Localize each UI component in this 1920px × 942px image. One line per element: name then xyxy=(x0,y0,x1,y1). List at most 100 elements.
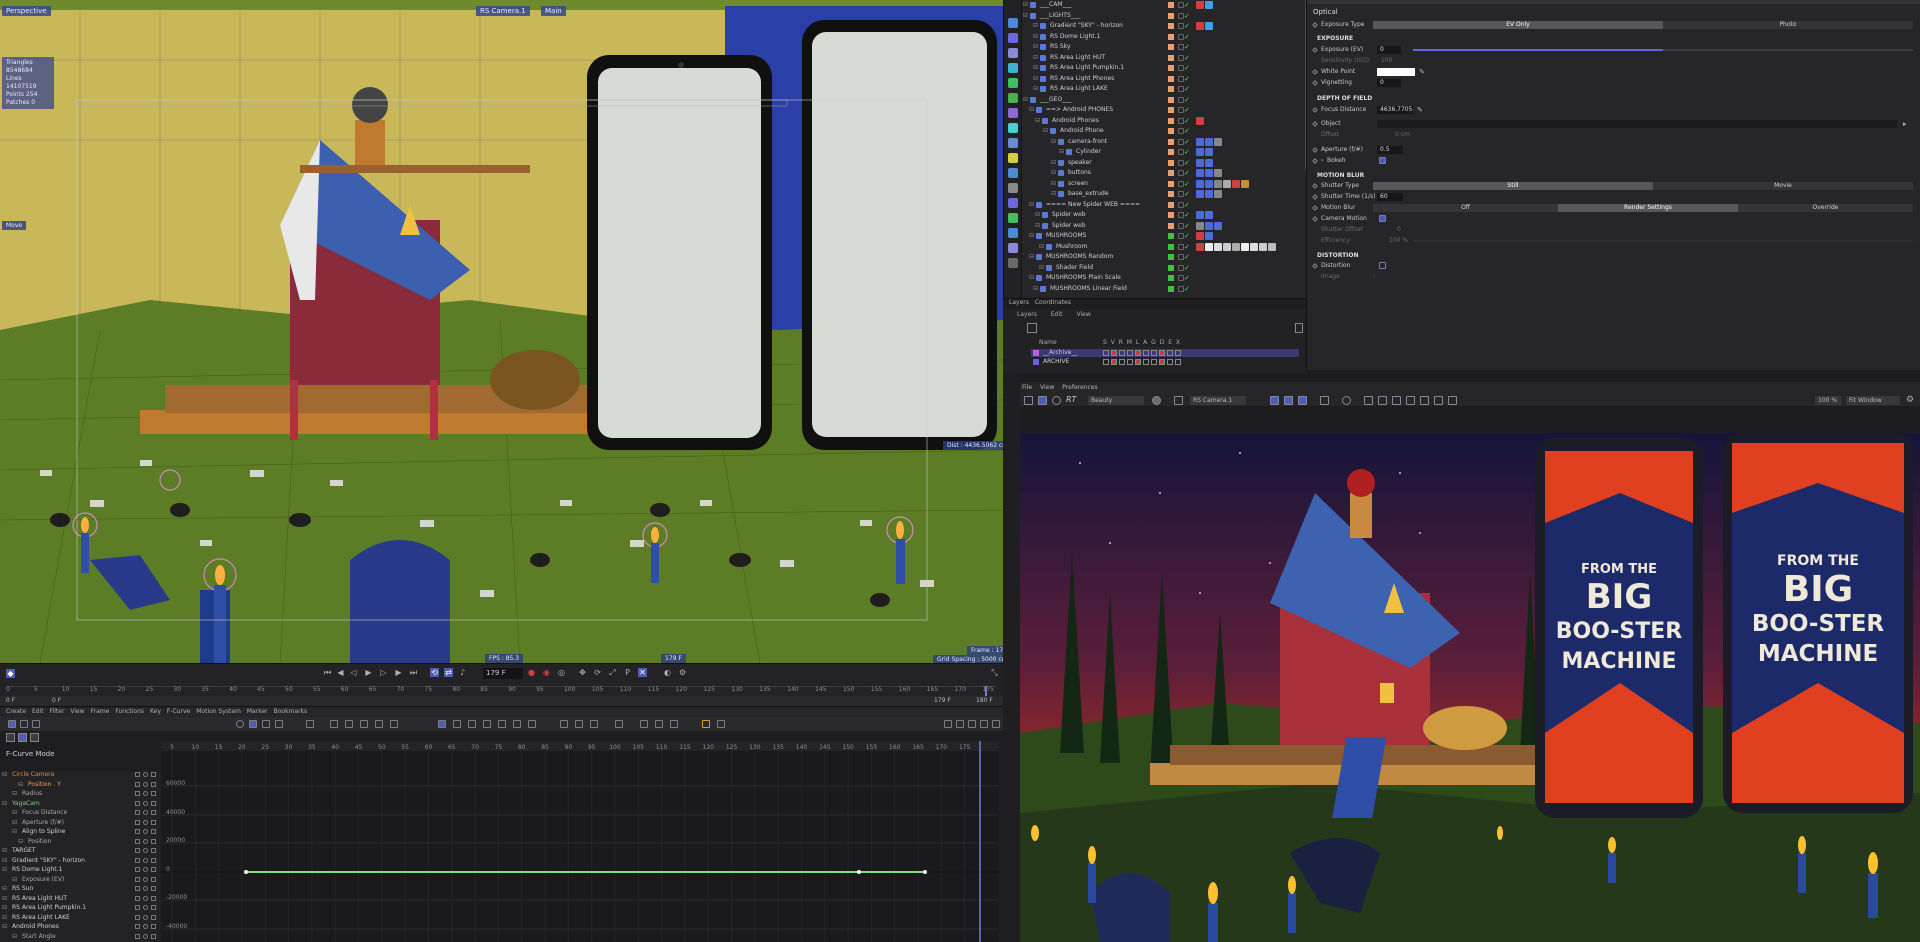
object-layer-color[interactable] xyxy=(1168,243,1174,250)
object-tag-icon[interactable] xyxy=(1223,179,1231,188)
fcurve-menu-item[interactable]: Bookmarks xyxy=(274,708,308,715)
fcurve-track-row[interactable]: ⊟ Circle Camera xyxy=(0,771,160,779)
circle-icon[interactable] xyxy=(1342,396,1351,405)
object-expand-icon[interactable]: ⊟ xyxy=(1051,189,1056,199)
track-visible-icon[interactable] xyxy=(143,772,148,777)
object-tag-icon[interactable] xyxy=(1196,22,1204,30)
object-key-icon[interactable] xyxy=(1312,121,1318,127)
crop-icon[interactable] xyxy=(1174,396,1183,405)
timeline-ruler[interactable]: 0 5 10 15 20 25 30 35 40 45 50 55 60 65 70 75 80 85 90 95 10… xyxy=(6,686,996,695)
object-tag-icon[interactable] xyxy=(1205,211,1213,219)
layer-flag-icon[interactable] xyxy=(1159,359,1165,365)
layer-row[interactable]: ARCHIVE xyxy=(1031,358,1299,366)
object-expand-icon[interactable]: ⊟ xyxy=(1051,168,1056,178)
bokeh-expand-icon[interactable]: › xyxy=(1321,156,1323,166)
key-select-icon[interactable] xyxy=(249,720,257,728)
track-lock-icon[interactable] xyxy=(135,905,140,910)
fcurve-track-row[interactable]: ⊟ Position xyxy=(0,838,160,846)
object-expand-icon[interactable]: ⊟ xyxy=(1029,105,1034,115)
track-expand-icon[interactable]: ⊟ xyxy=(12,876,17,884)
track-expand-icon[interactable]: ⊟ xyxy=(2,771,7,779)
region-icon[interactable] xyxy=(1364,396,1373,405)
object-row[interactable]: ⊟ Cylinder ✓ xyxy=(1022,147,1307,158)
fcurve-graph-svg[interactable]: 5 10 15 20 25 30 35 40 45 50 55 60 65 70 75 80 85 90 95 100… xyxy=(162,741,998,942)
tangent-flat-icon[interactable] xyxy=(640,720,648,728)
range-start-field[interactable]: 0 F xyxy=(6,697,15,704)
track-visible-icon[interactable] xyxy=(143,886,148,891)
track-solo-icon[interactable] xyxy=(151,867,156,872)
object-layer-color[interactable] xyxy=(1168,212,1174,218)
fcurve-track-row[interactable]: ⊟ YagaCam xyxy=(0,800,160,808)
layer-menu-item[interactable]: View xyxy=(1076,311,1090,318)
object-layer-color[interactable] xyxy=(1168,86,1174,92)
track-expand-icon[interactable]: ⊟ xyxy=(2,923,7,931)
light-tool-icon[interactable] xyxy=(1008,153,1018,163)
track-solo-icon[interactable] xyxy=(151,886,156,891)
object-tag-icon[interactable] xyxy=(1196,211,1204,219)
object-tag-icon[interactable] xyxy=(1223,242,1231,251)
track-expand-icon[interactable]: ⊟ xyxy=(2,866,7,874)
object-layer-color[interactable] xyxy=(1168,33,1174,40)
deformer-icon[interactable] xyxy=(1008,93,1018,103)
track-solo-icon[interactable] xyxy=(151,781,156,787)
environment-icon[interactable] xyxy=(1008,123,1018,133)
next-key-icon[interactable]: ▶ xyxy=(394,668,403,677)
break-tangent-icon[interactable] xyxy=(468,720,476,728)
camera-motion-key-icon[interactable] xyxy=(1312,216,1318,222)
color-picker-icon[interactable] xyxy=(1152,396,1161,405)
track-expand-icon[interactable]: ⊟ xyxy=(12,790,17,798)
layer-flag-icon[interactable] xyxy=(1143,350,1149,356)
object-tag-icon[interactable] xyxy=(1196,158,1204,167)
fc-move-icon[interactable] xyxy=(968,720,976,728)
prev-key-icon[interactable]: ◀ xyxy=(336,668,345,677)
exposure-ev-only-option[interactable]: EV Only xyxy=(1373,21,1663,29)
eyedropper-icon[interactable]: ✎ xyxy=(1419,67,1425,77)
playhead-marker[interactable] xyxy=(985,686,987,696)
interpolation-icon[interactable]: ◐ xyxy=(663,668,672,677)
object-expand-icon[interactable]: ⊟ xyxy=(1039,263,1044,273)
record-icon[interactable]: ● xyxy=(527,668,536,677)
fcurve-mode-icon[interactable] xyxy=(20,720,28,728)
track-solo-icon[interactable] xyxy=(151,848,156,853)
cube-icon[interactable] xyxy=(1008,48,1018,58)
object-row[interactable]: ⊟ RS Area Light HUT ✓ xyxy=(1022,53,1307,64)
filter-icon[interactable] xyxy=(717,720,725,728)
render-view-menu-item[interactable]: Preferences xyxy=(1062,384,1097,391)
object-enabled-icon[interactable]: ✓ xyxy=(1184,200,1190,210)
object-tag-icon[interactable] xyxy=(1196,242,1204,251)
track-visible-icon[interactable] xyxy=(143,791,148,796)
object-row[interactable]: ⊟ ___GEO___ ✓ xyxy=(1022,95,1307,106)
fcurve-track-row[interactable]: ⊟ RS Sun xyxy=(0,885,160,893)
object-tag-icon[interactable] xyxy=(1232,179,1240,188)
render-view-film-icon[interactable] xyxy=(1024,396,1033,405)
range-end2-field[interactable]: 180 F xyxy=(976,697,993,704)
fcurve-track-row[interactable]: ⊟ Exposure (EV) xyxy=(0,876,160,884)
object-layer-color[interactable] xyxy=(1168,222,1174,229)
object-row[interactable]: ⊟ buttons ✓ xyxy=(1022,168,1307,179)
object-row[interactable]: ⊟ MUSHROOMS Linear Field ✓ xyxy=(1022,284,1307,295)
layer-flag-icon[interactable] xyxy=(1119,350,1125,356)
object-link-arrow-icon[interactable]: ▸ xyxy=(1903,119,1907,129)
object-enabled-icon[interactable]: ✓ xyxy=(1184,273,1190,283)
object-tag-icon[interactable] xyxy=(1241,242,1249,251)
save-image-icon[interactable] xyxy=(1406,396,1415,405)
fcurve-track-row[interactable]: ⊟ RS Area Light HUT xyxy=(0,895,160,903)
object-layer-color[interactable] xyxy=(1168,191,1174,197)
fcurve-track-row[interactable]: ⊟ Radius xyxy=(0,790,160,798)
object-tag-icon[interactable] xyxy=(1205,1,1213,9)
layer-flag-icon[interactable] xyxy=(1175,359,1181,365)
step-icon[interactable] xyxy=(390,720,398,728)
object-tag-icon[interactable] xyxy=(1196,232,1204,240)
add-layer-icon[interactable] xyxy=(1027,323,1037,333)
object-tag-icon[interactable] xyxy=(1196,179,1204,188)
white-point-key-icon[interactable] xyxy=(1312,69,1318,75)
track-expand-icon[interactable]: ⊟ xyxy=(12,819,17,827)
go-end-icon[interactable]: ⏭ xyxy=(409,668,418,677)
object-expand-icon[interactable]: ⊟ xyxy=(1033,53,1038,63)
object-expand-icon[interactable]: ⊟ xyxy=(1033,284,1038,294)
exposure-key-icon[interactable] xyxy=(1312,47,1318,53)
object-enabled-icon[interactable]: ✓ xyxy=(1184,210,1190,220)
layer-color-swatch[interactable] xyxy=(1033,350,1039,356)
timeline-settings-icon[interactable]: ⚙ xyxy=(678,668,687,677)
fcurve-track-row[interactable]: ⊟ Gradient "SKY" - horizon xyxy=(0,857,160,865)
